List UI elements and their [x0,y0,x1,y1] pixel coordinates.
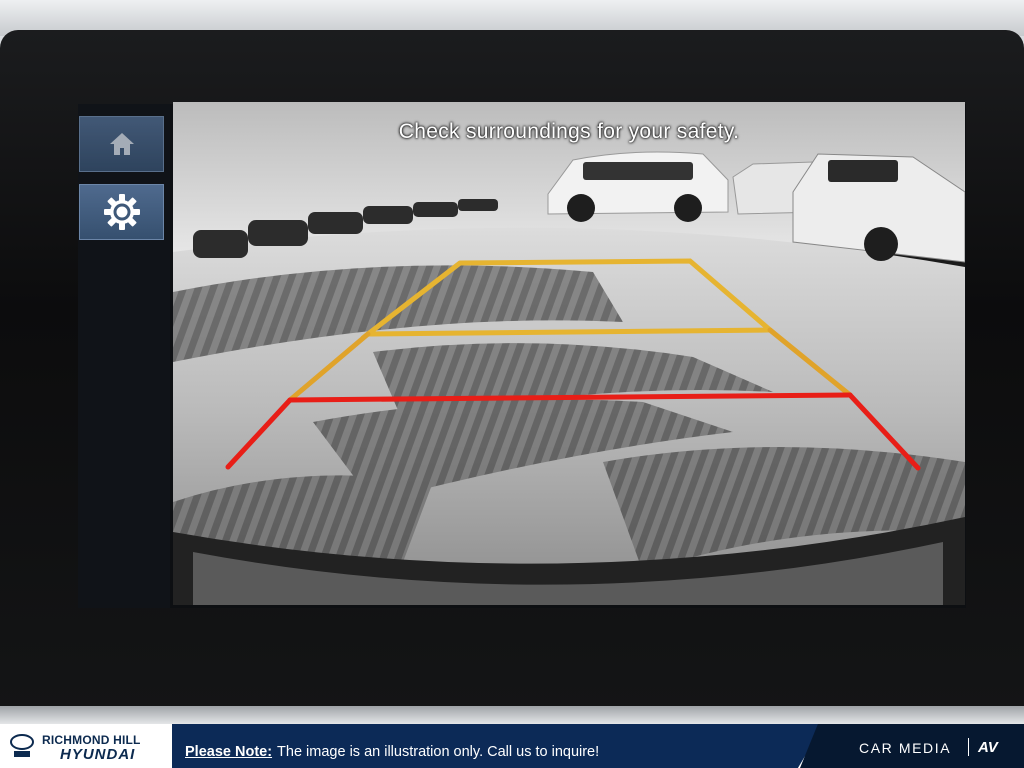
disclaimer-text: Please Note: The image is an illustration… [185,744,599,760]
media-separator [968,738,969,756]
brand-name: HYUNDAI [60,746,136,763]
camera-scene [173,102,965,605]
settings-button[interactable] [79,184,164,240]
media-credit-bar: CAR MEDIA AV [800,724,1024,768]
side-panel [78,104,170,608]
disclaimer-body: The image is an illustration only. Call … [277,744,600,760]
gear-icon [103,194,140,230]
media-logo-icon: AV [978,739,998,756]
footer-banner: RICHMOND HILL HYUNDAI Please Note: The im… [0,724,1024,768]
home-icon [109,133,134,155]
safety-message: Check surroundings for your safety. [398,120,740,143]
media-name: CAR MEDIA [859,740,952,756]
dealer-logo: RICHMOND HILL HYUNDAI [0,724,172,768]
dealer-name: RICHMOND HILL [42,733,141,747]
disclaimer-bar: Please Note: The image is an illustration… [172,724,824,768]
home-button[interactable] [79,116,164,172]
parked-suv-white [547,151,729,222]
rear-camera-view: Check surroundings for your safety. [173,102,965,605]
pms-badge-icon [10,734,34,757]
disclaimer-label: Please Note: [185,744,273,760]
bezel-edge [0,706,1024,724]
